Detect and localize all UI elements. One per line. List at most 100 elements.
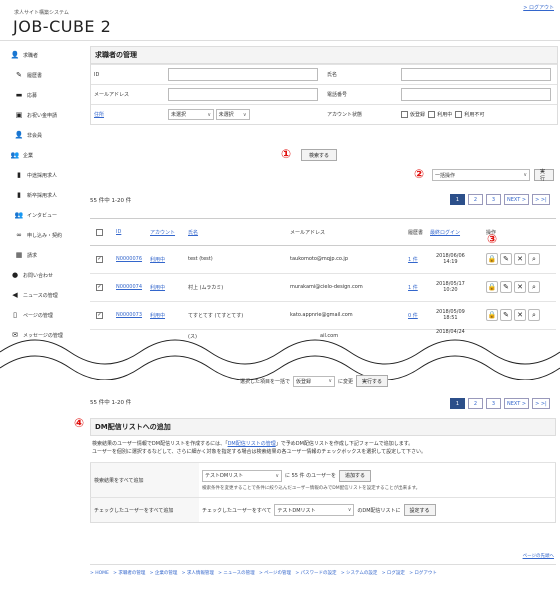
brand-logo[interactable]: JOB-CUBE 2 — [13, 17, 111, 36]
close-icon[interactable]: ✕ — [514, 309, 526, 321]
bulk-change-prefix: 選択した項目を一括で — [240, 378, 291, 385]
page-2[interactable]: 2 — [468, 194, 483, 205]
row-resume[interactable]: 0 件 — [408, 312, 418, 319]
dm-add-button[interactable]: 追加する — [339, 469, 372, 482]
phone-input[interactable] — [401, 88, 551, 101]
calculator-icon: ▦ — [15, 251, 23, 259]
sidebar-item-company[interactable]: 👥 企業 — [6, 145, 84, 165]
footer-link-system[interactable]: > システムの設定 — [341, 571, 378, 576]
email-input[interactable] — [168, 88, 318, 101]
search-icon[interactable]: ⌕ — [528, 281, 540, 293]
city-select[interactable]: 未選択 ∨ — [215, 109, 250, 120]
annotation-marker-1: ① — [281, 147, 292, 161]
header-divider — [0, 40, 560, 41]
col-account[interactable]: アカウント — [150, 229, 175, 236]
lock-icon[interactable]: 🔒 — [486, 281, 498, 293]
row-name: 村上 (ムラカミ) — [188, 284, 224, 291]
dm-set-button[interactable]: 設定する — [403, 504, 436, 516]
sidebar-item-gift[interactable]: ▣ お祝い金申請 — [6, 105, 84, 125]
page-1[interactable]: 1 — [450, 398, 465, 409]
lock-icon[interactable]: 🔒 — [486, 309, 498, 321]
pencil-icon[interactable]: ✎ — [500, 281, 512, 293]
row-id[interactable]: N0000073 — [116, 312, 142, 318]
dm-list-select-2[interactable]: テストDMリスト ∨ — [274, 504, 355, 516]
row-login-time: 14:19 — [443, 259, 458, 265]
sidebar-item-news[interactable]: ◀ ニュースの管理 — [6, 285, 84, 305]
sidebar-item-applications[interactable]: ▬ 応募 — [6, 85, 84, 105]
row-checkbox[interactable] — [96, 311, 103, 319]
page-1[interactable]: 1 — [450, 194, 465, 205]
row-checkbox[interactable] — [96, 283, 103, 291]
bulk-change-select[interactable]: 仮登録 ∨ — [293, 375, 336, 387]
logout-link[interactable]: > ログアウト — [523, 4, 554, 11]
bulk-change-suffix: に変更 — [338, 378, 354, 385]
footer-link-logout[interactable]: > ログアウト — [409, 571, 437, 576]
residence-label-link[interactable]: 住所 — [94, 112, 104, 118]
dm-list-select[interactable]: テストDMリスト ∨ — [202, 469, 282, 482]
prefecture-select[interactable]: 未選択 ∨ — [168, 109, 214, 120]
row-checkbox[interactable] — [96, 255, 103, 263]
row-account[interactable]: 利用中 — [150, 312, 165, 319]
pencil-icon[interactable]: ✎ — [500, 253, 512, 265]
search-icon[interactable]: ⌕ — [528, 309, 540, 321]
row-email: taukomoto@mqjp.co.jp — [290, 256, 348, 262]
row-account[interactable]: 利用中 — [150, 256, 165, 263]
row-name: test (test) — [188, 256, 213, 262]
row-id[interactable]: N0000076 — [116, 256, 142, 262]
row-id[interactable]: N0000074 — [116, 284, 142, 290]
sidebar-item-jobseekers[interactable]: 👤 求職者 — [6, 45, 84, 65]
close-icon[interactable]: ✕ — [514, 281, 526, 293]
chevron-down-icon: ∨ — [207, 111, 211, 118]
sidebar-item-resume[interactable]: ✎ 履歴書 — [6, 65, 84, 85]
info-icon: ● — [11, 271, 19, 279]
page-last[interactable]: > >| — [532, 194, 550, 205]
file-icon: ▮ — [17, 171, 21, 179]
sidebar-item-interview[interactable]: 👥 インタビュー — [6, 205, 84, 225]
row-account[interactable]: 利用中 — [150, 284, 165, 291]
footer-link-companies[interactable]: > 企業の管理 — [150, 571, 178, 576]
footer-nav: > HOME > 求職者の管理 > 企業の管理 > 求人情報管理 > ニュースの… — [90, 570, 437, 576]
status-checkbox-provisional[interactable] — [401, 111, 408, 118]
page-next[interactable]: NEXT > — [504, 194, 530, 205]
col-last-login[interactable]: 最終ログイン — [430, 229, 460, 236]
bulk-change-button[interactable]: 実行する — [356, 375, 389, 387]
sidebar-item-billing[interactable]: ▦ 請求 — [6, 245, 84, 265]
sidebar-item-newgrad[interactable]: ▮ 新卒採用求人 — [6, 185, 84, 205]
lock-icon[interactable]: 🔒 — [486, 253, 498, 265]
name-input[interactable] — [401, 68, 551, 81]
select-all-checkbox[interactable] — [96, 228, 103, 236]
id-input[interactable] — [168, 68, 318, 81]
sidebar-item-inquiry[interactable]: ● お問い合わせ — [6, 265, 84, 285]
sidebar-item-contract[interactable]: ∞ 申し込み・契約 — [6, 225, 84, 245]
status-checkbox-disabled[interactable] — [455, 111, 463, 118]
pencil-icon[interactable]: ✎ — [500, 309, 512, 321]
footer-link-home[interactable]: > HOME — [90, 571, 109, 576]
sidebar-item-midcareer[interactable]: ▮ 中途採用求人 — [6, 165, 84, 185]
page-top-link[interactable]: ページの先頭へ — [523, 553, 554, 559]
page-3[interactable]: 3 — [486, 194, 501, 205]
footer-link-log[interactable]: > ログ設定 — [382, 571, 405, 576]
footer-link-jobseekers[interactable]: > 求職者の管理 — [113, 571, 145, 576]
bulk-exec-button[interactable]: 実行 — [534, 169, 554, 182]
footer-link-pages[interactable]: > ページの管理 — [259, 571, 291, 576]
footer-link-news[interactable]: > ニュースの管理 — [218, 571, 254, 576]
page-next[interactable]: NEXT > — [504, 398, 530, 409]
col-id[interactable]: ID — [116, 229, 121, 235]
status-checkbox-active[interactable] — [428, 111, 436, 118]
inbox-icon: ▬ — [15, 91, 23, 99]
bulk-action-select[interactable]: 一括操作 ∨ — [432, 169, 530, 181]
search-icon[interactable]: ⌕ — [528, 253, 540, 265]
search-button[interactable]: 検索する — [301, 149, 337, 161]
sidebar-item-nonmember[interactable]: 👤 非会員 — [6, 125, 84, 145]
close-icon[interactable]: ✕ — [514, 253, 526, 265]
footer-link-password[interactable]: > パスワードの設定 — [295, 571, 336, 576]
dm-list-link[interactable]: DM配信リストの管理 — [228, 441, 276, 447]
dm-form: 検索結果をすべて追加 テストDMリスト ∨ に 55 件 のユーザーを 追加する … — [90, 462, 556, 523]
row-resume[interactable]: 1 件 — [408, 256, 418, 263]
row-resume[interactable]: 1 件 — [408, 284, 418, 291]
col-name[interactable]: 氏名 — [188, 229, 198, 236]
page-3[interactable]: 3 — [486, 398, 501, 409]
footer-link-jobs[interactable]: > 求人情報管理 — [182, 571, 214, 576]
page-2[interactable]: 2 — [468, 398, 483, 409]
page-last[interactable]: > >| — [532, 398, 550, 409]
